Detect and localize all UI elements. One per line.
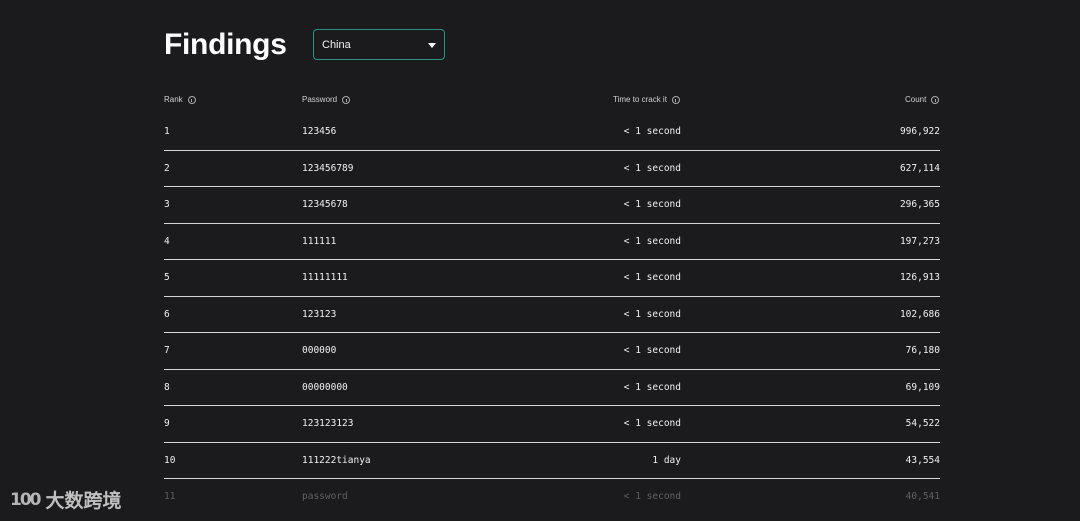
password-cell: 000000 <box>302 345 337 356</box>
password-cell: 00000000 <box>302 381 348 393</box>
rank-cell: 7 <box>164 345 170 356</box>
rank-cell: 4 <box>164 235 170 247</box>
watermark-logo: 100 <box>10 489 41 510</box>
findings-table: 1 123456 < 1 second 996,922 2 123456789 … <box>164 114 940 515</box>
time-cell: < 1 second <box>623 418 681 429</box>
table-row: 11 password < 1 second 40,541 <box>164 479 940 515</box>
time-cell: < 1 second <box>623 272 681 283</box>
rank-cell: 11 <box>164 491 176 502</box>
time-cell: < 1 second <box>623 491 681 502</box>
count-cell: 54,522 <box>905 418 940 429</box>
column-header-time: Time to crack it <box>613 95 680 105</box>
time-cell: 1 day <box>652 454 681 466</box>
table-row: 1 123456 < 1 second 996,922 <box>164 114 940 151</box>
count-cell: 40,541 <box>905 491 940 502</box>
findings-page: Findings China Rank Password Time to cra… <box>0 0 1080 521</box>
count-cell: 126,913 <box>899 272 940 283</box>
rank-cell: 9 <box>164 418 170 429</box>
time-cell: < 1 second <box>623 199 681 210</box>
watermark: 100 大数跨境 <box>10 486 122 513</box>
table-row: 10 111222tianya 1 day 43,554 <box>164 443 940 479</box>
password-cell: 123123123 <box>302 418 354 429</box>
table-row: 6 123123 < 1 second 102,686 <box>164 297 940 333</box>
count-cell: 296,365 <box>899 199 940 210</box>
count-cell: 197,273 <box>899 235 940 247</box>
rank-cell: 10 <box>164 454 176 466</box>
time-cell: < 1 second <box>623 126 681 137</box>
password-cell: password <box>302 491 348 502</box>
count-cell: 43,554 <box>905 454 940 466</box>
column-header-time-label: Time to crack it <box>613 95 667 104</box>
rank-cell: 8 <box>164 381 170 393</box>
time-cell: < 1 second <box>623 235 681 247</box>
table-row: 7 000000 < 1 second 76,180 <box>164 333 940 370</box>
chevron-down-icon <box>428 43 436 48</box>
password-cell: 111222tianya <box>302 454 371 466</box>
column-header-password: Password <box>302 95 351 105</box>
rank-cell: 5 <box>164 272 170 283</box>
info-icon[interactable] <box>931 96 940 104</box>
table-row: 2 123456789 < 1 second 627,114 <box>164 151 940 187</box>
rank-cell: 6 <box>164 308 170 320</box>
count-cell: 69,109 <box>905 381 940 393</box>
password-cell: 111111 <box>302 235 337 247</box>
table-row: 9 123123123 < 1 second 54,522 <box>164 406 940 443</box>
count-cell: 627,114 <box>899 162 940 174</box>
time-cell: < 1 second <box>623 345 681 356</box>
column-header-password-label: Password <box>302 95 338 104</box>
rank-cell: 3 <box>164 199 170 210</box>
country-select-value: China <box>322 39 351 51</box>
info-icon[interactable] <box>342 96 351 104</box>
count-cell: 76,180 <box>905 345 940 356</box>
count-cell: 102,686 <box>899 308 940 320</box>
count-cell: 996,922 <box>899 126 940 137</box>
time-cell: < 1 second <box>623 162 681 174</box>
column-header-rank: Rank <box>164 95 196 105</box>
page-title: Findings <box>164 28 287 61</box>
password-cell: 123456 <box>302 126 337 137</box>
password-cell: 123123 <box>302 308 337 320</box>
column-header-rank-label: Rank <box>164 95 183 104</box>
table-row: 5 11111111 < 1 second 126,913 <box>164 260 940 297</box>
table-row: 4 111111 < 1 second 197,273 <box>164 224 940 260</box>
password-cell: 11111111 <box>302 272 348 283</box>
column-header-count-label: Count <box>905 95 927 104</box>
watermark-text: 大数跨境 <box>45 490 122 512</box>
info-icon[interactable] <box>671 96 680 104</box>
country-select[interactable]: China <box>313 29 445 60</box>
table-row: 3 12345678 < 1 second 296,365 <box>164 187 940 224</box>
password-cell: 123456789 <box>302 162 354 174</box>
table-row: 8 00000000 < 1 second 69,109 <box>164 370 940 406</box>
time-cell: < 1 second <box>623 381 681 393</box>
info-icon[interactable] <box>187 96 196 104</box>
time-cell: < 1 second <box>623 308 681 320</box>
rank-cell: 1 <box>164 126 170 137</box>
rank-cell: 2 <box>164 162 170 174</box>
password-cell: 12345678 <box>302 199 348 210</box>
column-header-count: Count <box>905 95 940 105</box>
